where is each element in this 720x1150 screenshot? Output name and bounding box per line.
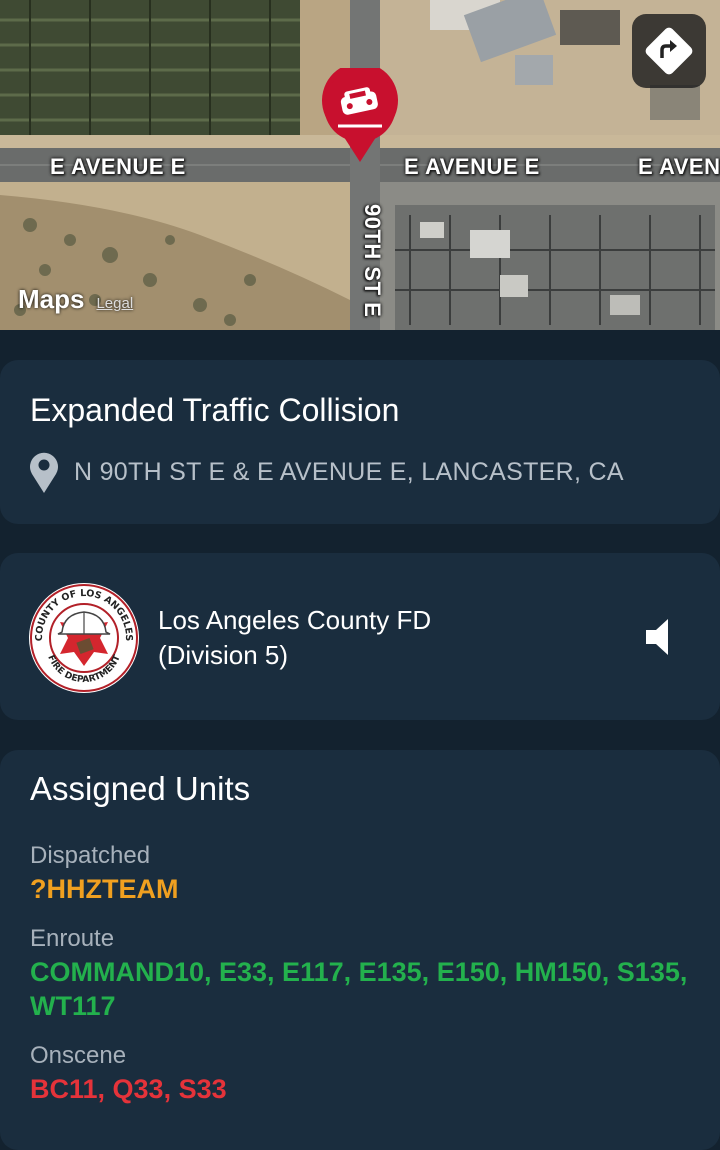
street-label-avenue-e: E AVENUE E bbox=[50, 154, 186, 179]
enroute-label: Enroute bbox=[30, 925, 115, 952]
assigned-units-card: Assigned Units Dispatched ?HHZTEAM Enrou… bbox=[0, 750, 720, 1150]
legal-link[interactable]: Legal bbox=[96, 295, 133, 312]
onscene-label: Onscene bbox=[30, 1042, 127, 1069]
dispatched-units: ?HHZTEAM bbox=[30, 874, 179, 904]
address-text: N 90TH ST E & E AVENUE E, LANCASTER, CA bbox=[74, 457, 624, 486]
units-title: Assigned Units bbox=[30, 770, 251, 807]
maps-brand-label: Maps bbox=[18, 284, 85, 314]
car-crash-icon[interactable] bbox=[320, 68, 400, 164]
incident-card: Expanded Traffic Collision N 90TH ST E &… bbox=[0, 360, 720, 524]
agency-card: COUNTY OF LOS ANGELES FIRE DEPARTMENT Lo… bbox=[0, 553, 720, 720]
street-label-avenue-e: E AVENUE E bbox=[404, 154, 540, 179]
incident-title: Expanded Traffic Collision bbox=[30, 392, 400, 428]
agency-name-line2: (Division 5) bbox=[158, 640, 289, 670]
fire-department-logo: COUNTY OF LOS ANGELES FIRE DEPARTMENT bbox=[29, 583, 139, 693]
incident-map[interactable]: E AVENUE E E AVENUE E E AVEN 90TH ST E M… bbox=[0, 0, 720, 330]
incident-address[interactable]: N 90TH ST E & E AVENUE E, LANCASTER, CA bbox=[28, 450, 624, 494]
speaker-icon[interactable] bbox=[638, 615, 682, 659]
directions-button[interactable] bbox=[632, 14, 706, 88]
street-label-avenue-e: E AVEN bbox=[638, 154, 720, 179]
directions-arrow-icon bbox=[645, 27, 693, 75]
enroute-units: COMMAND10, E33, E117, E135, E150, HM150,… bbox=[30, 957, 688, 1021]
maps-attribution: Maps Legal bbox=[18, 284, 133, 315]
street-label-90th-st: 90TH ST E bbox=[360, 204, 385, 318]
location-pin-icon bbox=[30, 452, 58, 493]
dispatched-label: Dispatched bbox=[30, 842, 151, 869]
agency-name-line1: Los Angeles County FD bbox=[158, 605, 432, 635]
onscene-units: BC11, Q33, S33 bbox=[30, 1074, 227, 1104]
agency-name: Los Angeles County FD (Division 5) bbox=[158, 603, 431, 673]
